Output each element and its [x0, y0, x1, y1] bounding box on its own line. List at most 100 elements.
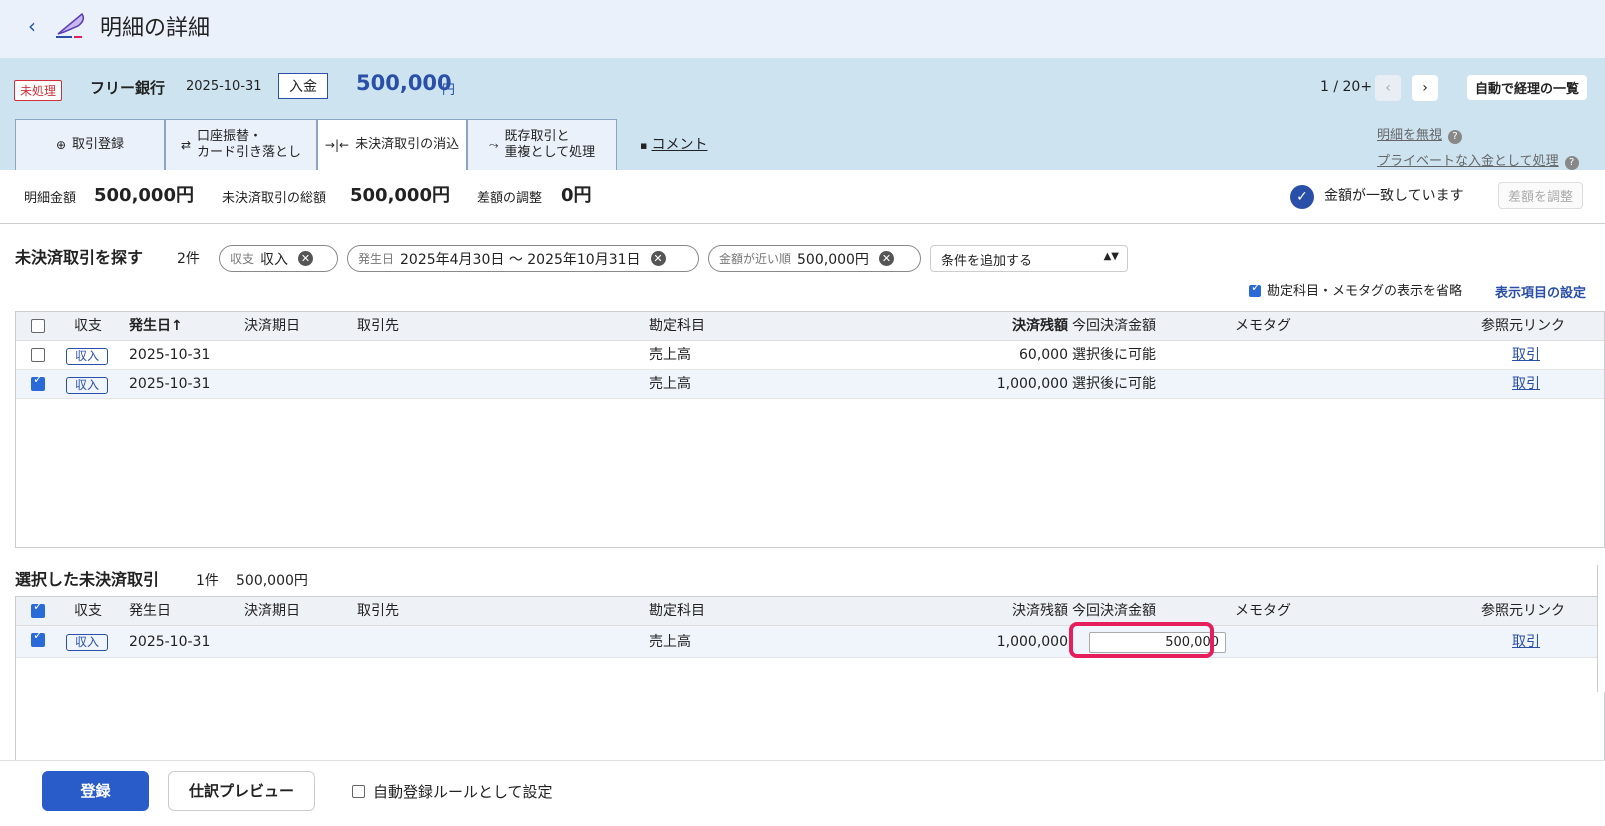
col-date-sorted[interactable]: 発生日↑ — [129, 312, 183, 341]
remove-filter-icon[interactable]: ✕ — [878, 251, 894, 266]
row-ref-link[interactable]: 取引 — [1512, 370, 1540, 399]
row-ref-link[interactable]: 取引 — [1512, 628, 1540, 657]
add-condition-label: 条件を追加する — [941, 254, 1033, 269]
table-row[interactable]: 収入 2025-10-31 売上高 60,000 選択後に可能 取引 — [16, 341, 1604, 370]
kind-badge: 収入 — [66, 377, 109, 394]
col-account: 勘定科目 — [649, 603, 705, 619]
row-this-amount: 選択後に可能 — [1072, 347, 1156, 363]
kind-badge: 収入 — [66, 634, 109, 651]
status-badge: 未処理 — [14, 80, 63, 101]
chip-key: 発生日 — [358, 252, 395, 266]
tab-clear-unsettled[interactable]: →|← 未決済取引の消込 — [317, 119, 467, 170]
tab-label: 取引登録 — [72, 137, 125, 152]
unsettled-total-label: 未決済取引の総額 — [222, 191, 327, 206]
private-deposit-link[interactable]: プライベートな入金として処理? — [1377, 150, 1579, 170]
remove-filter-icon[interactable]: ✕ — [650, 251, 666, 266]
amount-unit: 円 — [442, 83, 456, 98]
row-ref-link[interactable]: 取引 — [1512, 341, 1540, 370]
col-date: 発生日 — [129, 603, 171, 619]
row-checkbox[interactable] — [31, 628, 45, 647]
direction-badge: 入金 — [278, 73, 328, 99]
chip-value: 2025年4月30日 〜 2025年10月31日 — [400, 251, 641, 268]
auto-list-button[interactable]: 自動で経理の一覧 — [1467, 75, 1588, 100]
tab-account-transfer[interactable]: ⇄ 口座振替・ カード引き落とし — [165, 119, 317, 170]
table-header: 収支 発生日 決済期日 取引先 勘定科目 決済残額 今回決済金額 メモタグ 参照… — [16, 597, 1604, 626]
tab-label: 未決済取引の消込 — [355, 137, 460, 152]
tab-duplicate[interactable]: ⤳ 既存取引と 重複として処理 — [467, 119, 617, 170]
checkbox-checked[interactable] — [1249, 280, 1261, 297]
select-all-checkbox[interactable] — [31, 319, 45, 333]
diff-value: 0円 — [561, 185, 592, 206]
table-header: 収支 発生日↑ 決済期日 取引先 勘定科目 決済残額 今回決済金額 メモタグ 参… — [16, 312, 1604, 341]
help-icon[interactable]: ? — [1564, 156, 1579, 170]
statement-amount-value: 500,000円 — [94, 185, 194, 206]
chip-value: 500,000円 — [797, 251, 869, 268]
ignore-label: 明細を無視 — [1377, 128, 1443, 143]
col-this-amount: 今回決済金額 — [1072, 318, 1156, 334]
col-due[interactable]: 決済期日 — [244, 312, 300, 341]
comment-link[interactable]: ▪ コメント — [640, 134, 707, 154]
selected-count: 1件 — [196, 573, 219, 589]
checkbox-unchecked[interactable] — [352, 785, 365, 798]
search-count: 2件 — [177, 251, 200, 267]
auto-rule-checkbox[interactable]: 自動登録ルールとして設定 — [352, 781, 553, 802]
omit-display-checkbox[interactable]: 勘定科目・メモタグの表示を省略 — [1249, 280, 1462, 299]
selected-section-title: 選択した未決済取引 — [15, 570, 160, 589]
filter-chip-date[interactable]: 発生日 2025年4月30日 〜 2025年10月31日 ✕ — [347, 245, 699, 272]
private-label: プライベートな入金として処理 — [1377, 154, 1559, 169]
search-section-title: 未決済取引を探す — [15, 248, 144, 267]
filter-chip-kind[interactable]: 収支 収入 ✕ — [219, 245, 338, 272]
display-settings-link[interactable]: 表示項目の設定 — [1495, 282, 1586, 301]
col-ref: 参照元リンク — [1481, 603, 1565, 619]
chip-key: 収支 — [230, 252, 255, 266]
chip-value: 収入 — [260, 251, 289, 268]
table-row[interactable]: 収入 2025-10-31 売上高 1,000,000 選択後に可能 取引 — [16, 370, 1604, 399]
help-icon[interactable]: ? — [1448, 130, 1463, 144]
quill-logo-icon — [56, 12, 85, 38]
scrollbar[interactable] — [1597, 565, 1605, 692]
statement-amount: 500,000 — [356, 71, 452, 95]
footer-bar: 登録 仕訳プレビュー 自動登録ルールとして設定 — [0, 760, 1605, 826]
curved-arrow-icon: ⤳ — [488, 138, 499, 152]
selected-table: 収支 発生日 決済期日 取引先 勘定科目 決済残額 今回決済金額 メモタグ 参照… — [15, 596, 1605, 766]
comment-icon: ▪ — [640, 139, 648, 152]
auto-rule-label: 自動登録ルールとして設定 — [373, 783, 553, 801]
merge-arrows-icon: →|← — [324, 138, 350, 152]
col-ref: 参照元リンク — [1481, 318, 1565, 334]
filter-chip-amount-sort[interactable]: 金額が近い順 500,000円 ✕ — [708, 245, 921, 272]
col-balance[interactable]: 決済残額 — [916, 312, 1068, 341]
prev-chevron-icon[interactable]: ‹ — [1375, 75, 1401, 101]
statement-info-band: 未処理 フリー銀行 2025-10-31 入金 500,000 円 1 / 20… — [0, 58, 1605, 170]
adjust-difference-button[interactable]: 差額を調整 — [1498, 182, 1584, 209]
tab-label: 既存取引と 重複として処理 — [504, 129, 596, 160]
select-caret-icon: ▲▼ — [1103, 251, 1119, 262]
col-memo: メモタグ — [1235, 603, 1291, 619]
row-account: 売上高 — [649, 634, 691, 650]
bank-name: フリー銀行 — [90, 79, 166, 97]
row-checkbox[interactable] — [31, 348, 45, 362]
statement-date: 2025-10-31 — [186, 79, 262, 94]
table-row[interactable]: 収入 2025-10-31 売上高 1,000,000 500,000 取引 — [16, 626, 1604, 658]
register-button[interactable]: 登録 — [42, 771, 149, 811]
col-partner[interactable]: 取引先 — [357, 312, 399, 341]
col-kind: 収支 — [74, 603, 102, 619]
journal-preview-button[interactable]: 仕訳プレビュー — [168, 771, 315, 811]
summary-row: 明細金額 500,000円 未決済取引の総額 500,000円 差額の調整 0円… — [0, 170, 1605, 224]
row-checkbox[interactable] — [31, 372, 45, 391]
row-account: 売上高 — [649, 347, 691, 363]
select-all-checkbox[interactable] — [31, 599, 45, 618]
ignore-statement-link[interactable]: 明細を無視? — [1377, 124, 1463, 144]
tab-register-transaction[interactable]: ⊕ 取引登録 — [15, 119, 165, 170]
col-memo: メモタグ — [1235, 318, 1291, 334]
kind-badge: 収入 — [66, 348, 109, 365]
row-balance: 60,000 — [1019, 347, 1068, 363]
row-date: 2025-10-31 — [129, 634, 211, 650]
back-chevron-icon[interactable]: ‹ — [22, 14, 42, 38]
pager-text: 1 / 20+ — [1320, 79, 1373, 95]
next-chevron-icon[interactable]: › — [1412, 75, 1438, 101]
add-condition-select[interactable]: 条件を追加する ▲▼ — [930, 245, 1128, 272]
remove-filter-icon[interactable]: ✕ — [298, 251, 314, 266]
row-date: 2025-10-31 — [129, 347, 211, 363]
search-results-table: 収支 発生日↑ 決済期日 取引先 勘定科目 決済残額 今回決済金額 メモタグ 参… — [15, 311, 1605, 548]
col-account[interactable]: 勘定科目 — [649, 312, 705, 341]
